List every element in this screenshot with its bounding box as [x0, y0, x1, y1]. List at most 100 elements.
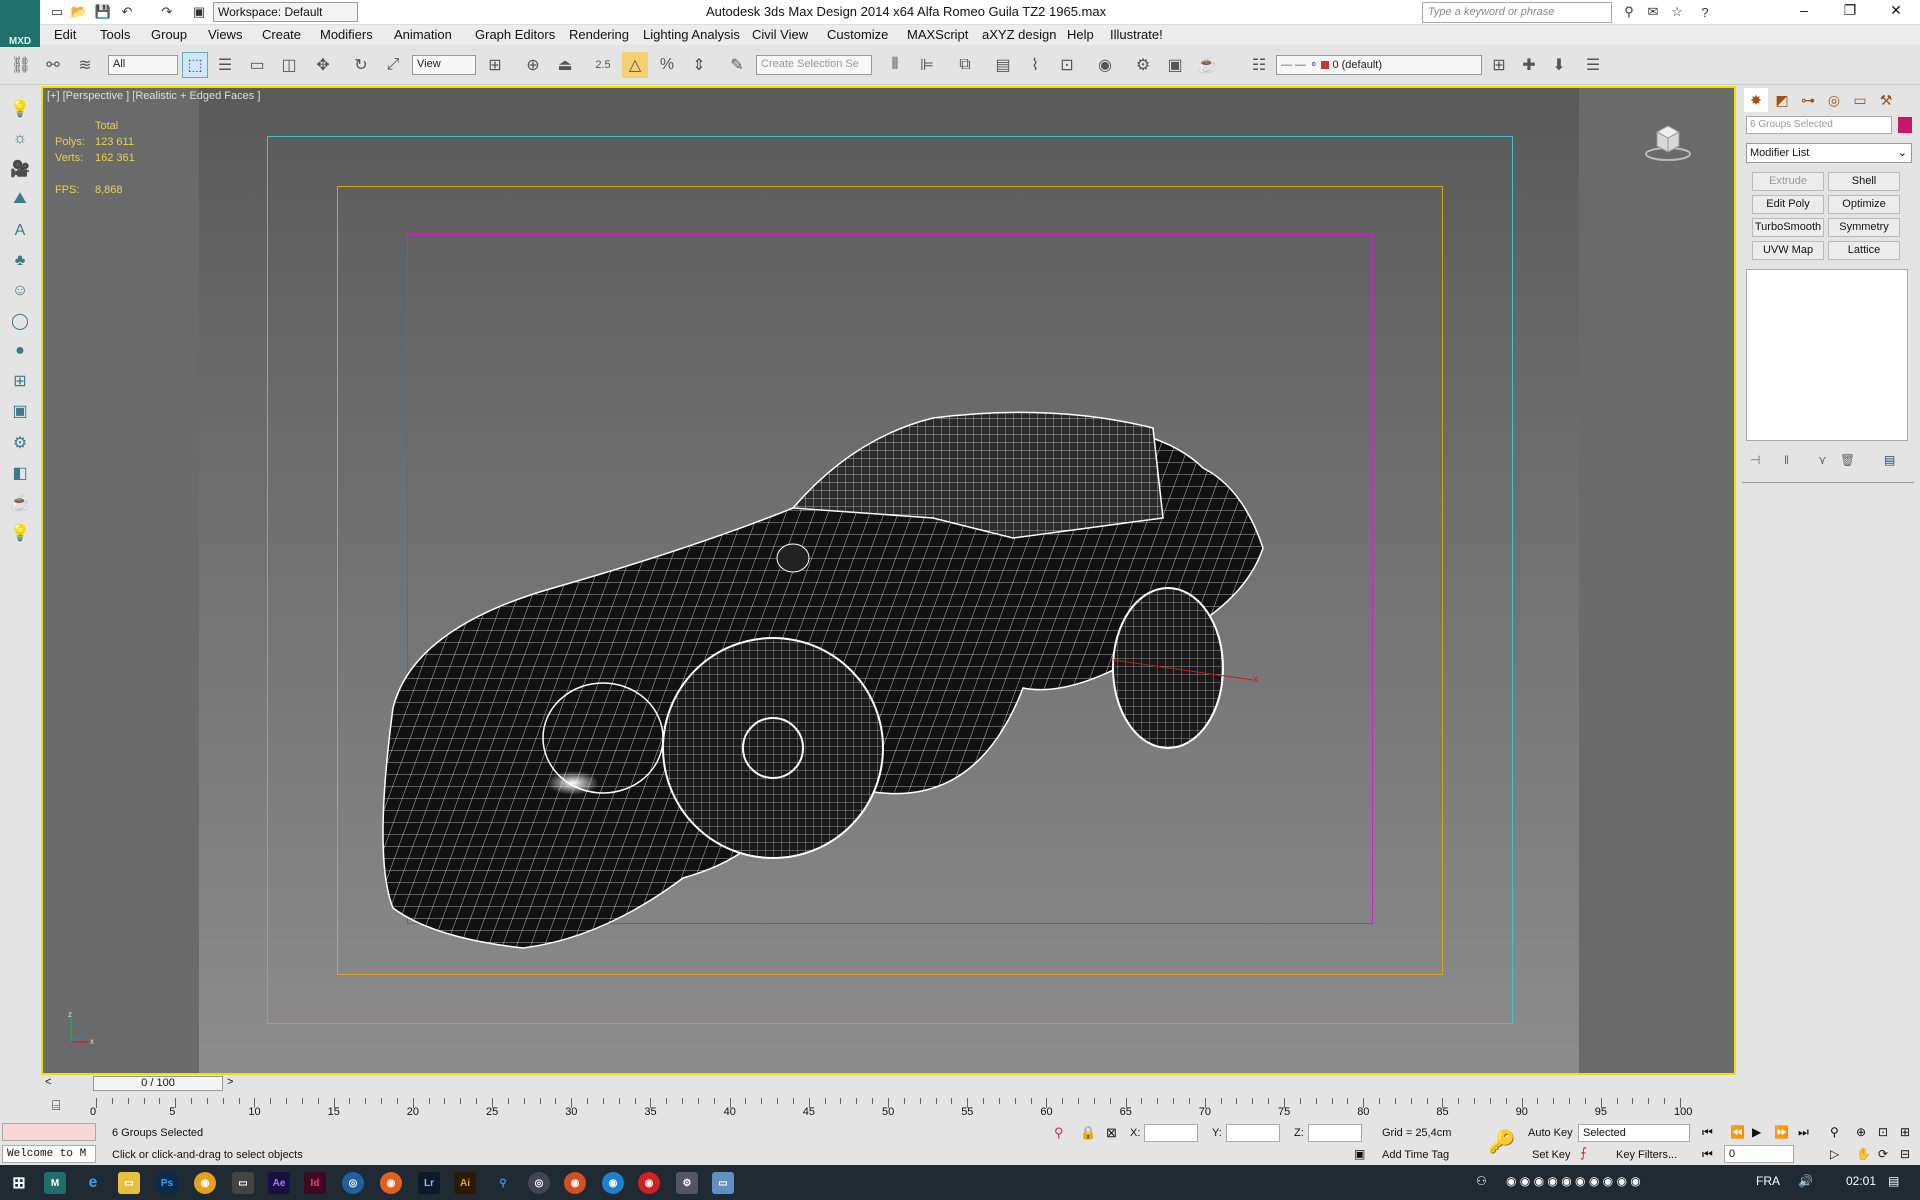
app-logo[interactable]: MXD	[0, 0, 40, 50]
mirror-icon[interactable]: ⫴	[882, 52, 908, 78]
zoom-icon[interactable]: ⚲	[1830, 1125, 1839, 1139]
zoom-all-icon[interactable]: ⊕	[1856, 1125, 1866, 1139]
extrude-button[interactable]: Extrude	[1752, 172, 1824, 191]
undo-icon[interactable]: ↶	[118, 3, 136, 21]
maxscript-listener[interactable]: Welcome to M	[2, 1145, 96, 1163]
next-frame-icon[interactable]: ⏩	[1774, 1125, 1789, 1139]
redo-icon[interactable]: ↷	[158, 3, 176, 21]
indesign-icon[interactable]: Id	[304, 1172, 326, 1194]
create-tab-icon[interactable]: ✸	[1744, 88, 1768, 112]
symmetry-button[interactable]: Symmetry	[1828, 218, 1900, 237]
volume-icon[interactable]: 🔊	[1798, 1174, 1813, 1188]
layer-add-icon[interactable]: ⊞	[1486, 52, 1512, 78]
menu-modifiers[interactable]: Modifiers	[320, 27, 373, 42]
create-layer-icon[interactable]: ✚	[1516, 52, 1542, 78]
current-frame-field[interactable]: 0	[1724, 1145, 1794, 1163]
workspace-dropdown[interactable]: Workspace: Default	[213, 2, 358, 22]
viewport-label[interactable]: [+] [Perspective ] [Realistic + Edged Fa…	[47, 90, 260, 102]
menu-maxscript[interactable]: MAXScript	[907, 27, 968, 42]
modifier-list-dropdown[interactable]: Modifier List ⌄	[1746, 143, 1912, 163]
torus-icon[interactable]: ◯	[7, 308, 33, 334]
scale-icon[interactable]: ⤢	[380, 52, 406, 78]
menu-axyz-design[interactable]: aXYZ design	[982, 27, 1056, 42]
maxscript-listener-top[interactable]	[2, 1123, 96, 1141]
language-indicator[interactable]: FRA	[1756, 1174, 1780, 1188]
live-icon[interactable]: ▭	[232, 1172, 254, 1194]
perspective-viewport[interactable]: [+] [Perspective ] [Realistic + Edged Fa…	[41, 86, 1736, 1075]
layer-manager-icon[interactable]: ⧉	[952, 52, 978, 78]
show-end-result-icon[interactable]: ‖	[1784, 453, 1789, 467]
object-color-swatch[interactable]	[1898, 117, 1912, 133]
search-icon[interactable]: ⚲	[492, 1172, 514, 1194]
modifier-stack[interactable]	[1746, 269, 1908, 441]
edge-icon[interactable]: e	[82, 1172, 104, 1194]
rendered-frame-icon[interactable]: ▣	[1162, 52, 1188, 78]
make-unique-icon[interactable]: ⋎	[1818, 453, 1827, 467]
camera-icon[interactable]: 🎥	[7, 156, 33, 182]
menu-edit[interactable]: Edit	[54, 27, 76, 42]
play-icon[interactable]: ▶	[1752, 1125, 1761, 1139]
edit-poly-button[interactable]: Edit Poly	[1752, 195, 1824, 214]
menu-graph-editors[interactable]: Graph Editors	[475, 27, 555, 42]
time-tag-icon[interactable]: ▣	[1354, 1147, 1365, 1161]
auto-key-button[interactable]: Auto Key	[1528, 1127, 1573, 1139]
set-key-button[interactable]: Set Key	[1532, 1149, 1571, 1161]
clock[interactable]: 02:01	[1846, 1174, 1876, 1188]
minimize-button[interactable]: –	[1784, 2, 1824, 22]
key-filters-button[interactable]: Key Filters...	[1616, 1149, 1677, 1161]
maximize-viewport-icon[interactable]: ⊟	[1900, 1147, 1910, 1161]
menu-tools[interactable]: Tools	[100, 27, 130, 42]
lightroom-icon[interactable]: Lr	[418, 1172, 440, 1194]
favorites-icon[interactable]: ☆	[1668, 3, 1686, 21]
motion-tab-icon[interactable]: ◎	[1822, 88, 1846, 112]
uvw-map-button[interactable]: UVW Map	[1752, 241, 1824, 260]
app-gray-icon[interactable]: ⚙	[676, 1172, 698, 1194]
zoom-extents-all-icon[interactable]: ⊞	[1900, 1125, 1910, 1139]
car-wireframe-model[interactable]: x	[373, 378, 1463, 978]
firefox-icon[interactable]: ◉	[380, 1172, 402, 1194]
layer-icon[interactable]: ☷	[1246, 52, 1272, 78]
lamp-icon[interactable]: 💡	[7, 520, 33, 546]
menu-rendering[interactable]: Rendering	[569, 27, 629, 42]
menu-animation[interactable]: Animation	[394, 27, 452, 42]
absolute-transform-icon[interactable]: ⊠	[1106, 1125, 1117, 1141]
key-curve-icon[interactable]: ⨍	[1580, 1145, 1587, 1161]
notifications-icon[interactable]: ▤	[1888, 1174, 1899, 1188]
menu-civil-view[interactable]: Civil View	[752, 27, 808, 42]
set-key-mode-icon[interactable]: 🔑	[1488, 1129, 1515, 1155]
shell-button[interactable]: Shell	[1828, 172, 1900, 191]
utilities-tab-icon[interactable]: ⚒	[1874, 88, 1898, 112]
save-icon[interactable]: 💾	[94, 3, 112, 21]
window-crossing-icon[interactable]: ◫	[276, 52, 302, 78]
hierarchy-tab-icon[interactable]: ⊶	[1796, 88, 1820, 112]
percent-snap-icon[interactable]: %	[654, 52, 680, 78]
menu-illustrate[interactable]: Illustrate!	[1110, 27, 1163, 42]
optimize-button[interactable]: Optimize	[1828, 195, 1900, 214]
tree-icon[interactable]: ♣	[7, 248, 33, 274]
unlink-icon[interactable]: ⚯	[40, 52, 66, 78]
configure-sets-icon[interactable]: ▤	[1884, 453, 1895, 467]
close-button[interactable]: ✕	[1876, 2, 1916, 22]
select-object-icon[interactable]: ⬚	[182, 52, 208, 78]
object-name-field[interactable]: 6 Groups Selected	[1746, 116, 1892, 134]
time-slider-track[interactable]: < 0 / 100 >	[41, 1076, 1736, 1091]
previous-frame-icon[interactable]: ⏪	[1730, 1125, 1745, 1139]
graphite-ribbon-icon[interactable]: ▤	[990, 52, 1016, 78]
viewcube[interactable]	[1643, 122, 1693, 162]
spinner-snap-icon[interactable]: ⇕	[686, 52, 712, 78]
lock-selection-icon[interactable]: 🔒	[1080, 1125, 1096, 1141]
align-icon[interactable]: ⊫	[914, 52, 940, 78]
app-circle-icon[interactable]: ◎	[528, 1172, 550, 1194]
windows-start-icon[interactable]: ⊞	[8, 1172, 30, 1194]
material-editor-icon[interactable]: ◉	[1092, 52, 1118, 78]
select-by-name-icon[interactable]: ☰	[212, 52, 238, 78]
edit-named-selection-icon[interactable]: ✎	[724, 52, 750, 78]
mini-curve-editor-icon[interactable]: ⌸	[52, 1097, 60, 1114]
angle-snap-icon[interactable]: △	[622, 52, 648, 78]
new-file-icon[interactable]: ▭	[48, 3, 66, 21]
select-manipulate-icon[interactable]: ⊕	[520, 52, 546, 78]
communication-icon[interactable]: ✉	[1644, 3, 1662, 21]
prev-frame-icon[interactable]: <	[45, 1076, 51, 1088]
orbit-icon[interactable]: ⟳	[1878, 1147, 1888, 1161]
z-coordinate-field[interactable]	[1308, 1124, 1362, 1142]
